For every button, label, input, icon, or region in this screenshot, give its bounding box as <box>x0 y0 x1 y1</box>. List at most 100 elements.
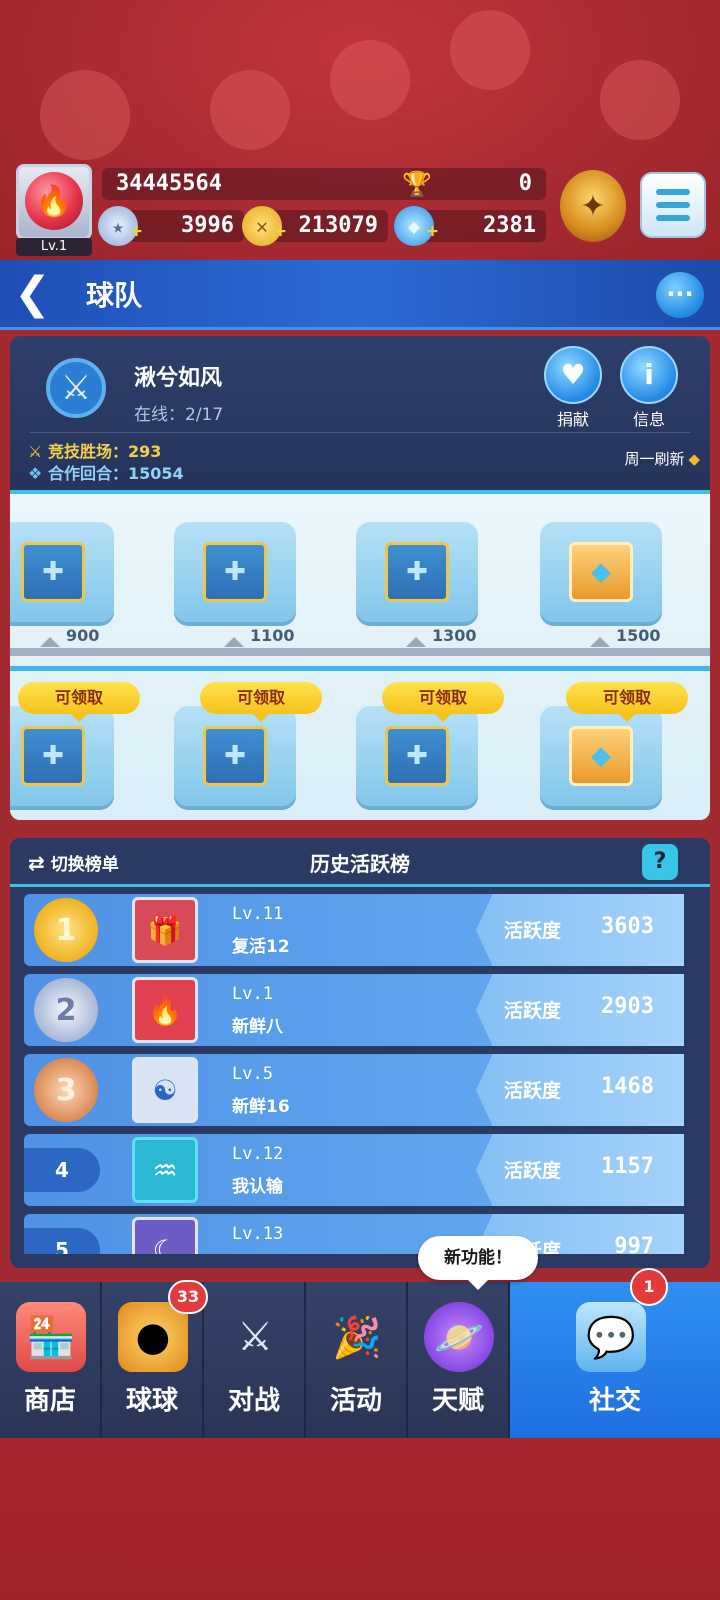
threshold-label: 1300 <box>432 626 477 645</box>
info-button[interactable]: i 信息 <box>618 346 680 430</box>
player-level: Lv.1 <box>16 238 92 256</box>
gold-medal-icon: 1 <box>34 898 98 962</box>
menu-button[interactable] <box>640 172 706 238</box>
rainbow-avatar-icon: ♒ <box>132 1137 198 1203</box>
row-name: 新鲜16 <box>232 1097 290 1117</box>
party-popper-icon: 🎉 <box>332 1314 382 1361</box>
row-score-box: 活跃度 1468 <box>476 1054 684 1126</box>
reward-chest[interactable]: ✚ <box>10 706 114 806</box>
info-icon: i <box>620 346 678 404</box>
gift-box-icon: ✚ <box>21 726 85 786</box>
page-header: ❮ 球队 ··· <box>0 260 720 330</box>
heart-hand-icon: ♥ <box>544 346 602 404</box>
coins-value: 213079 <box>298 213 378 238</box>
coin-icon: ✕ + <box>242 206 286 246</box>
reward-chest[interactable]: ✚ <box>174 706 296 806</box>
player-id: 34445564 <box>116 171 222 196</box>
score-label: 活跃度 <box>504 1160 562 1182</box>
rank-badge-icon[interactable]: ✦ <box>560 170 626 242</box>
diamond-small-icon: ◆ <box>688 450 700 468</box>
player-avatar[interactable]: 🔥 <box>16 164 92 240</box>
gift-box-icon: ✚ <box>385 726 449 786</box>
rank-number: 5 <box>24 1228 100 1254</box>
reward-chest[interactable]: ◆ <box>540 706 662 806</box>
gift-box-icon: ✚ <box>21 542 85 602</box>
progress-track <box>10 648 710 656</box>
reward-chest[interactable]: ✚ <box>10 522 114 622</box>
nav-label: 球球 <box>125 1386 178 1416</box>
diamonds-bar[interactable]: ◆ + 2381 <box>394 206 546 246</box>
gift-avatar-icon: 🎁 <box>132 897 198 963</box>
threshold-label: 900 <box>66 626 100 645</box>
divider <box>30 432 690 433</box>
progress-tick <box>590 637 610 647</box>
reward-chest[interactable]: ✚ <box>174 522 296 622</box>
crossed-swords-icon: ⚔ <box>46 358 106 418</box>
reward-chest[interactable]: ✚ <box>356 706 478 806</box>
stars-bar[interactable]: ★ + 3996 <box>98 206 244 246</box>
menu-icon-line <box>656 215 690 221</box>
info-label: 信息 <box>632 410 665 429</box>
claim-button[interactable]: 可领取 <box>18 682 140 722</box>
nav-label: 社交 <box>588 1386 641 1416</box>
coop-rounds: ❖ 合作回合：15054 <box>28 464 184 483</box>
nav-label: 商店 <box>23 1386 76 1416</box>
help-button[interactable]: ? <box>642 844 678 880</box>
leaderboard-row[interactable]: 2 🔥 Lv.1 新鲜八 活跃度 2903 <box>24 974 684 1046</box>
score-value: 1468 <box>601 1074 654 1099</box>
trophy-icon: 🏆 <box>402 170 432 198</box>
bottom-background <box>0 1438 720 1600</box>
reward-chest[interactable]: ✚ <box>356 522 478 622</box>
planet-icon: 🪐 <box>424 1302 494 1372</box>
nav-label: 活动 <box>329 1386 382 1416</box>
row-name: 新鲜八 <box>232 1017 283 1037</box>
fire-ball-avatar-icon: 🔥 <box>132 977 198 1043</box>
leaderboard-row[interactable]: 1 🎁 Lv.11 复活12 活跃度 3603 <box>24 894 684 966</box>
leaderboard-panel: ⇄ 切换榜单 历史活跃榜 ? 1 🎁 Lv.11 复活12 活跃度 3603 2 … <box>10 838 710 1268</box>
claim-button[interactable]: 可领取 <box>200 682 322 722</box>
row-score-box: 活跃度 3603 <box>476 894 684 966</box>
diamonds-value: 2381 <box>483 213 536 238</box>
progress-track-fill <box>10 666 710 671</box>
chat-button[interactable]: ··· <box>656 272 704 318</box>
nav-tab-events[interactable]: 🎉 活动 <box>306 1282 408 1438</box>
claim-button[interactable]: 可领取 <box>382 682 504 722</box>
fire-ball-icon: 🔥 <box>25 172 83 230</box>
nav-tab-talent[interactable]: 🪐 天赋 <box>408 1282 510 1438</box>
score-value: 1157 <box>601 1154 654 1179</box>
gift-box-gold-icon: ◆ <box>569 726 633 786</box>
player-id-bar: 34445564 🏆 0 <box>102 168 546 200</box>
leaderboard-row[interactable]: 5 ☾ Lv.13 活跃度 997 <box>24 1214 684 1254</box>
activity-rewards-panel: ✚ ✚ ✚ ◆ 900 1100 1300 1500 可领取 可领取 可领取 可… <box>10 490 710 820</box>
coins-bar[interactable]: ✕ + 213079 <box>242 206 388 246</box>
yin-yang-avatar-icon: ☯ <box>132 1057 198 1123</box>
nav-tab-battle[interactable]: ⚔ 对战 <box>204 1282 306 1438</box>
leaderboard-title: 历史活跃榜 <box>310 852 410 876</box>
menu-icon-line <box>656 202 690 208</box>
score-label: 活跃度 <box>504 1000 562 1022</box>
donate-button[interactable]: ♥ 捐献 <box>542 346 604 430</box>
divider <box>10 884 710 887</box>
social-badge: 1 <box>630 1268 668 1306</box>
nav-tab-shop[interactable]: 🏪 商店 <box>0 1282 102 1438</box>
threshold-label: 1100 <box>250 626 295 645</box>
leaderboard-list[interactable]: 1 🎁 Lv.11 复活12 活跃度 3603 2 🔥 Lv.1 新鲜八 活跃度… <box>10 890 710 1254</box>
score-label: 活跃度 <box>504 1080 562 1102</box>
leaderboard-row[interactable]: 3 ☯ Lv.5 新鲜16 活跃度 1468 <box>24 1054 684 1126</box>
back-button[interactable]: ❮ <box>14 270 74 320</box>
threshold-label: 1500 <box>616 626 661 645</box>
nav-label: 天赋 <box>431 1386 484 1416</box>
handshake-icon: ❖ <box>28 464 43 483</box>
team-name: 湫兮如风 <box>134 366 223 391</box>
refresh-note: 周一刷新 ◆ <box>624 450 700 468</box>
leaderboard-header: ⇄ 切换榜单 历史活跃榜 ? <box>10 838 710 886</box>
claim-button[interactable]: 可领取 <box>566 682 688 722</box>
bronze-medal-icon: 3 <box>34 1058 98 1122</box>
gift-box-icon: ✚ <box>203 726 267 786</box>
star-token-icon: ★ + <box>98 206 142 246</box>
rank-number: 4 <box>24 1148 100 1192</box>
reward-chest[interactable]: ◆ <box>540 522 662 622</box>
swords-icon: ⚔ <box>28 442 43 461</box>
nav-tab-social[interactable]: 💬 社交 <box>510 1282 720 1438</box>
leaderboard-row[interactable]: 4 ♒ Lv.12 我认输 活跃度 1157 <box>24 1134 684 1206</box>
